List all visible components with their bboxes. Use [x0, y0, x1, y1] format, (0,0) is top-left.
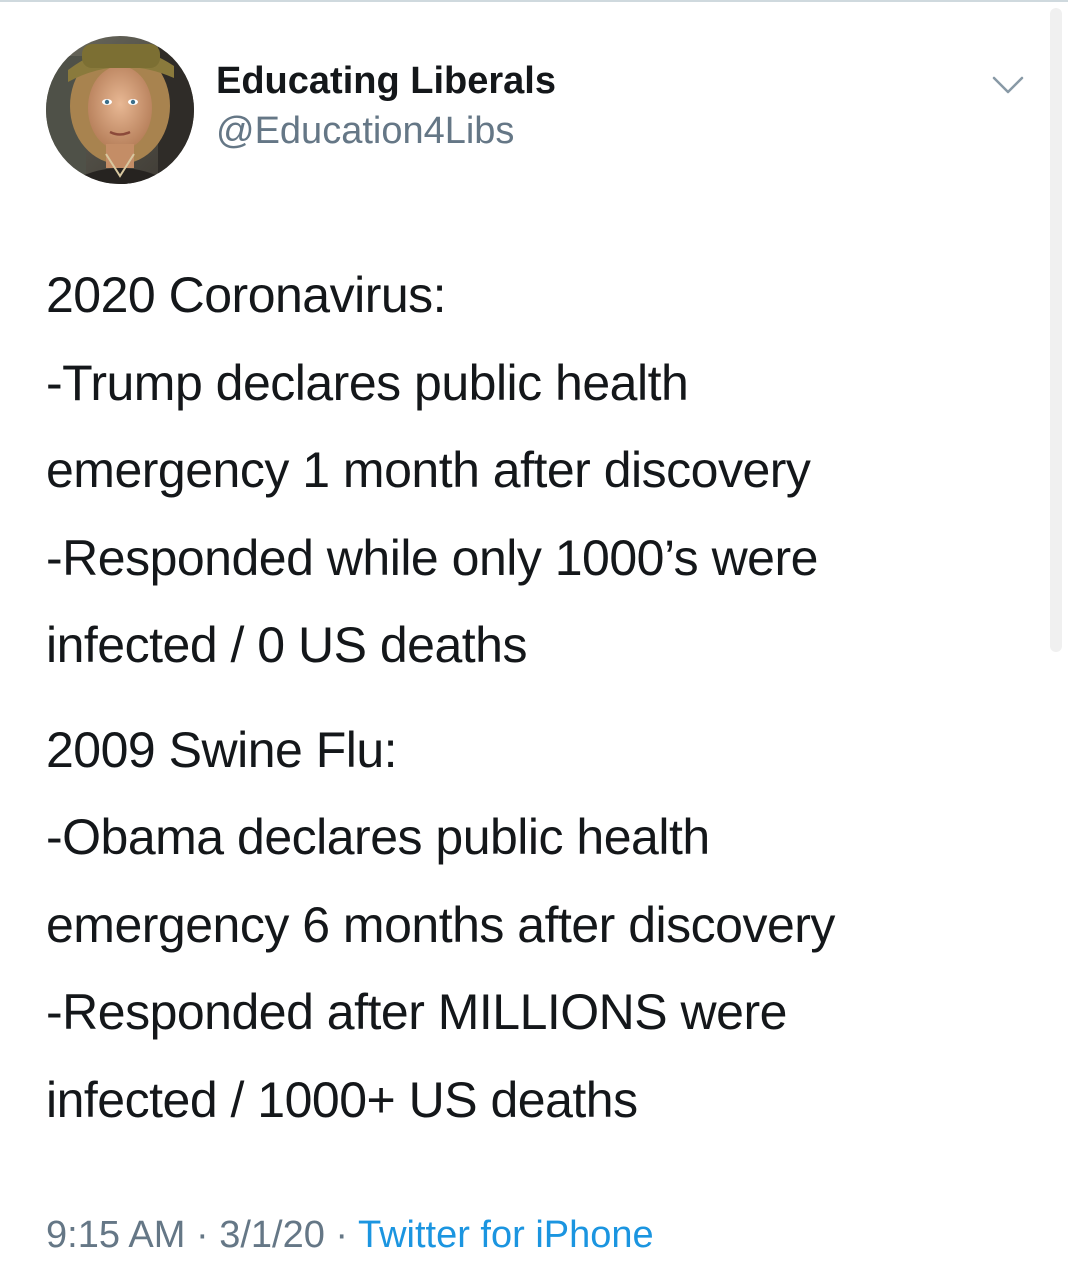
meta-separator: · — [185, 1214, 220, 1256]
top-divider — [0, 0, 1068, 2]
tweet-source-link[interactable]: Twitter for iPhone — [358, 1214, 654, 1256]
tweet-line: infected / 1000+ US deaths — [46, 1071, 638, 1128]
avatar[interactable] — [46, 36, 194, 184]
tweet-line: -Responded while only 1000’s were — [46, 529, 818, 586]
tweet-meta: 9:15 AM · 3/1/20 · Twitter for iPhone — [46, 1214, 654, 1257]
chevron-down-icon[interactable] — [990, 72, 1026, 100]
tweet-date[interactable]: 3/1/20 — [219, 1214, 325, 1256]
tweet-line: -Responded after MILLIONS were — [46, 984, 787, 1040]
tweet-line: emergency 1 month after discovery — [46, 442, 811, 498]
tweet-line: -Obama declares public health — [46, 809, 710, 865]
tweet-paragraph: 2020 Coronavirus: -Trump declares public… — [46, 252, 1046, 690]
meta-separator: · — [324, 1214, 358, 1256]
tweet-line: 2020 Coronavirus: — [46, 267, 447, 323]
scrollbar[interactable] — [1050, 8, 1062, 652]
tweet-line: infected / 0 US deaths — [46, 617, 527, 673]
tweet-paragraph: 2009 Swine Flu: -Obama declares public h… — [46, 707, 1046, 1145]
tweet-time[interactable]: 9:15 AM — [46, 1214, 185, 1256]
tweet-line: 2009 Swine Flu: — [46, 721, 398, 778]
author-display-name[interactable]: Educating Liberals — [216, 60, 556, 103]
author-handle[interactable]: @Education4Libs — [216, 110, 514, 153]
tweet-text: 2020 Coronavirus: -Trump declares public… — [46, 252, 1046, 1144]
tweet-line: emergency 6 months after discovery — [46, 896, 835, 953]
tweet-line: -Trump declares public health — [46, 354, 689, 411]
